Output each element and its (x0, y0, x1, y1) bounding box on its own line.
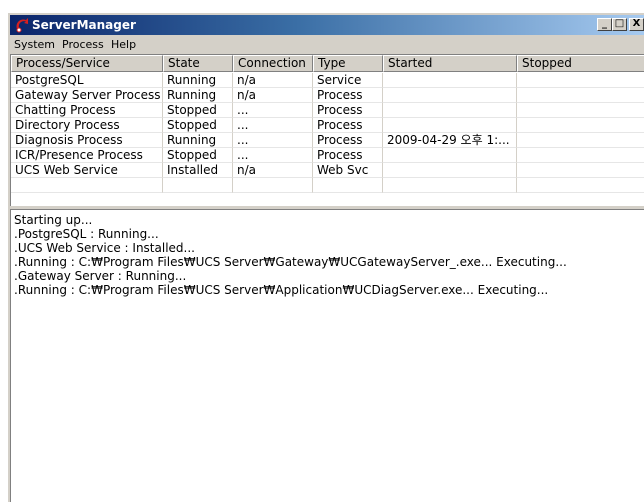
cell-connection: ... (233, 118, 313, 133)
cell-type: Process (313, 118, 383, 133)
cell-state: Running (163, 88, 233, 103)
log-line: .UCS Web Service : Installed... (14, 241, 195, 255)
cell-empty (517, 178, 644, 193)
column-header-connection[interactable]: Connection (233, 55, 313, 72)
cell-type: Process (313, 133, 383, 148)
cell-type: Process (313, 88, 383, 103)
cell-empty (383, 178, 517, 193)
cell-stopped (517, 118, 644, 133)
cell-state: Stopped (163, 148, 233, 163)
cell-started (383, 73, 517, 88)
process-list[interactable]: Process/Service State Connection Type St… (10, 54, 644, 206)
cell-started (383, 148, 517, 163)
log-line: .Gateway Server : Running... (14, 269, 187, 283)
table-row[interactable]: Directory Process Stopped ... Process (11, 118, 644, 133)
cell-connection: n/a (233, 88, 313, 103)
minimize-button[interactable]: _ (597, 18, 612, 31)
column-header-stopped[interactable]: Stopped (517, 55, 644, 72)
log-line: Starting up... (14, 213, 93, 227)
cell-state: Stopped (163, 103, 233, 118)
cell-process: PostgreSQL (11, 73, 163, 88)
cell-started (383, 118, 517, 133)
window-title: ServerManager (32, 18, 136, 32)
menu-bar: System Process Help (9, 36, 644, 54)
server-manager-window: ServerManager _ □ X System Process Help … (8, 13, 644, 502)
column-header-type[interactable]: Type (313, 55, 383, 72)
cell-empty (11, 178, 163, 193)
cell-stopped (517, 163, 644, 178)
cell-stopped (517, 133, 644, 148)
log-line: .Running : C:₩Program Files₩UCS Server₩A… (14, 283, 549, 297)
cell-stopped (517, 73, 644, 88)
cell-empty (163, 178, 233, 193)
maximize-button[interactable]: □ (612, 18, 627, 31)
title-bar[interactable]: ServerManager _ □ X (10, 15, 644, 35)
cell-started (383, 103, 517, 118)
cell-empty (233, 178, 313, 193)
table-row-empty (11, 178, 644, 193)
column-header-state[interactable]: State (163, 55, 233, 72)
cell-type: Process (313, 103, 383, 118)
table-row[interactable]: ICR/Presence Process Stopped ... Process (11, 148, 644, 163)
cell-process: Diagnosis Process (11, 133, 163, 148)
table-row[interactable]: PostgreSQL Running n/a Service (11, 73, 644, 88)
cell-state: Running (163, 133, 233, 148)
log-line: .Running : C:₩Program Files₩UCS Server₩G… (14, 255, 567, 269)
app-logo-icon (16, 18, 28, 33)
column-header-process[interactable]: Process/Service (11, 55, 163, 72)
close-button[interactable]: X (629, 18, 644, 31)
cell-connection: n/a (233, 163, 313, 178)
cell-started (383, 88, 517, 103)
table-row[interactable]: Diagnosis Process Running ... Process 20… (11, 133, 644, 148)
cell-type: Process (313, 148, 383, 163)
cell-started (383, 163, 517, 178)
minimize-icon: _ (602, 18, 607, 29)
cell-state: Running (163, 73, 233, 88)
close-icon: X (632, 18, 641, 29)
cell-process: Directory Process (11, 118, 163, 133)
cell-state: Installed (163, 163, 233, 178)
cell-type: Service (313, 73, 383, 88)
cell-state: Stopped (163, 118, 233, 133)
menu-help[interactable]: Help (111, 38, 136, 51)
cell-stopped (517, 88, 644, 103)
cell-type: Web Svc (313, 163, 383, 178)
menu-system[interactable]: System (14, 38, 55, 51)
process-list-header: Process/Service State Connection Type St… (11, 55, 644, 72)
menu-process[interactable]: Process (62, 38, 104, 51)
log-output[interactable]: Starting up... .PostgreSQL : Running... … (10, 209, 644, 502)
cell-connection: ... (233, 103, 313, 118)
table-row[interactable]: Chatting Process Stopped ... Process (11, 103, 644, 118)
cell-empty (313, 178, 383, 193)
cell-process: UCS Web Service (11, 163, 163, 178)
cell-process: Chatting Process (11, 103, 163, 118)
cell-connection: ... (233, 133, 313, 148)
cell-stopped (517, 103, 644, 118)
maximize-icon: □ (614, 18, 625, 29)
column-header-started[interactable]: Started (383, 55, 517, 72)
cell-connection: n/a (233, 73, 313, 88)
cell-process: ICR/Presence Process (11, 148, 163, 163)
table-row[interactable]: UCS Web Service Installed n/a Web Svc (11, 163, 644, 178)
cell-process: Gateway Server Process (11, 88, 163, 103)
log-line: .PostgreSQL : Running... (14, 227, 159, 241)
table-row[interactable]: Gateway Server Process Running n/a Proce… (11, 88, 644, 103)
cell-started: 2009-04-29 오후 1:... (383, 133, 517, 148)
cell-connection: ... (233, 148, 313, 163)
cell-stopped (517, 148, 644, 163)
